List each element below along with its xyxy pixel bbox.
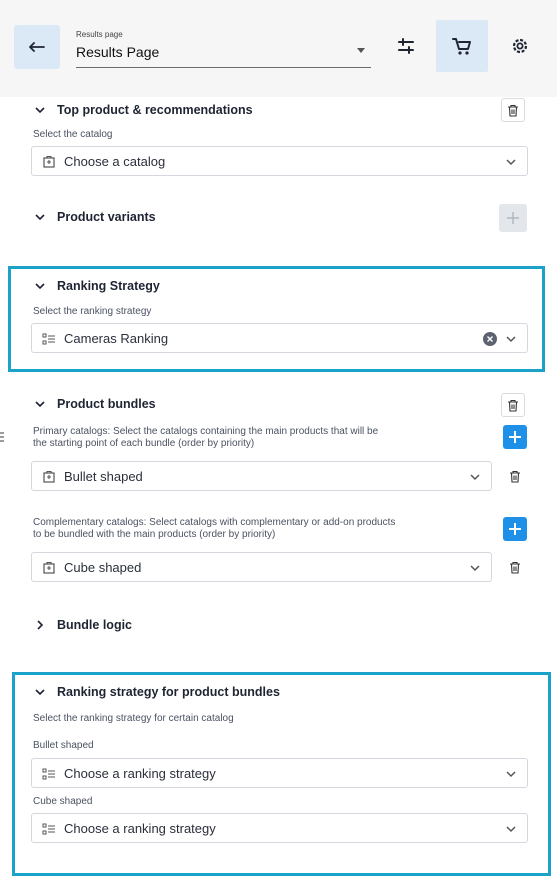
section-bundles-title: Product bundles — [57, 397, 156, 411]
bundle-ranking-select-1[interactable]: Choose a ranking strategy — [31, 758, 528, 788]
trash-icon — [508, 399, 518, 412]
chevron-right-icon — [37, 620, 44, 630]
complementary-catalog-value: Cube shaped — [64, 560, 142, 575]
section-bundle-ranking-title: Ranking strategy for product bundles — [57, 685, 280, 699]
bundle-ranking-placeholder-1: Choose a ranking strategy — [64, 766, 216, 781]
catalog-icon — [43, 155, 55, 168]
trash-icon — [510, 470, 520, 483]
clear-icon[interactable] — [483, 332, 497, 346]
plus-icon — [509, 431, 521, 443]
catalog-icon — [43, 561, 55, 574]
complementary-catalogs-label-line1: Complementary catalogs: Select catalogs … — [33, 517, 396, 528]
caret-down-icon — [357, 48, 365, 53]
chevron-down-icon — [35, 283, 45, 290]
chevron-down-icon — [506, 826, 516, 833]
ranking-value: Cameras Ranking — [64, 331, 169, 346]
catalog-placeholder: Choose a catalog — [64, 154, 166, 169]
catalog-select[interactable]: Choose a catalog — [31, 146, 528, 176]
add-complementary-catalog-button[interactable] — [503, 517, 527, 541]
filter-button[interactable] — [380, 20, 432, 72]
arrow-left-icon — [29, 42, 45, 52]
catalog-field-label: Select the catalog — [33, 129, 113, 140]
chevron-down-icon — [35, 689, 45, 696]
section-bundle-logic-header[interactable]: Bundle logic — [33, 618, 132, 632]
section-bundle-logic-title: Bundle logic — [57, 618, 132, 632]
section-bundles-header[interactable]: Product bundles — [33, 397, 156, 411]
chevron-down-icon[interactable] — [505, 333, 517, 345]
top-toolbar: Results page Results Page — [0, 0, 557, 97]
chevron-down-icon — [470, 565, 480, 572]
section-top-product-title: Top product & recommendations — [57, 103, 253, 117]
complementary-catalog-select[interactable]: Cube shaped — [31, 552, 492, 582]
page-select-label: Results page — [76, 30, 123, 39]
bundle-ranking-placeholder-2: Choose a ranking strategy — [64, 821, 216, 836]
filter-sliders-icon — [398, 38, 414, 54]
add-variant-button[interactable] — [499, 204, 527, 232]
chevron-down-icon — [35, 107, 45, 114]
trash-icon — [510, 561, 520, 574]
complementary-catalogs-label-line2: to be bundled with the main products (or… — [33, 529, 276, 540]
back-button[interactable] — [14, 25, 60, 69]
ranking-field-label: Select the ranking strategy — [33, 306, 152, 317]
add-primary-catalog-button[interactable] — [503, 425, 527, 449]
ranking-list-icon — [42, 823, 55, 835]
plus-icon — [509, 523, 521, 535]
chevron-down-icon — [506, 771, 516, 778]
cart-icon — [452, 38, 471, 55]
section-bundle-ranking-header[interactable]: Ranking strategy for product bundles — [33, 685, 280, 699]
primary-catalogs-label-line1: Primary catalogs: Select the catalogs co… — [33, 426, 379, 437]
chevron-down-icon — [35, 401, 45, 408]
primary-catalog-select[interactable]: Bullet shaped — [31, 461, 492, 491]
plus-icon — [507, 212, 519, 224]
trash-icon — [508, 104, 518, 117]
delete-primary-catalog-button[interactable] — [506, 467, 524, 485]
chevron-down-icon — [35, 214, 45, 221]
page-select[interactable]: Results page Results Page — [76, 30, 371, 68]
ranking-list-icon — [42, 333, 55, 345]
delete-complementary-catalog-button[interactable] — [506, 558, 524, 576]
section-top-product-header[interactable]: Top product & recommendations — [33, 103, 253, 117]
drag-handle-icon[interactable] — [0, 430, 4, 444]
cart-button[interactable] — [436, 20, 488, 72]
section-ranking-title: Ranking Strategy — [57, 279, 160, 293]
page-select-value: Results Page — [76, 44, 160, 60]
bundle-ranking-field-label: Select the ranking strategy for certain … — [33, 713, 234, 724]
section-ranking-header[interactable]: Ranking Strategy — [33, 279, 160, 293]
section-variants-header[interactable]: Product variants — [33, 210, 156, 224]
section-variants-title: Product variants — [57, 210, 156, 224]
chevron-down-icon — [470, 474, 480, 481]
primary-catalogs-label-line2: the starting point of each bundle (order… — [33, 438, 255, 449]
catalog-icon — [43, 470, 55, 483]
delete-bundles-button[interactable] — [501, 393, 525, 417]
ranking-select[interactable]: Cameras Ranking — [31, 323, 528, 353]
delete-top-product-button[interactable] — [501, 98, 525, 122]
primary-catalog-value: Bullet shaped — [64, 469, 143, 484]
chevron-down-icon — [506, 159, 516, 166]
bundle-ranking-catalog-1-label: Bullet shaped — [33, 740, 94, 751]
ranking-list-icon — [42, 768, 55, 780]
bundle-ranking-catalog-2-label: Cube shaped — [33, 796, 93, 807]
bundle-ranking-select-2[interactable]: Choose a ranking strategy — [31, 813, 528, 843]
settings-button[interactable] — [494, 20, 546, 72]
gear-icon — [512, 38, 528, 54]
